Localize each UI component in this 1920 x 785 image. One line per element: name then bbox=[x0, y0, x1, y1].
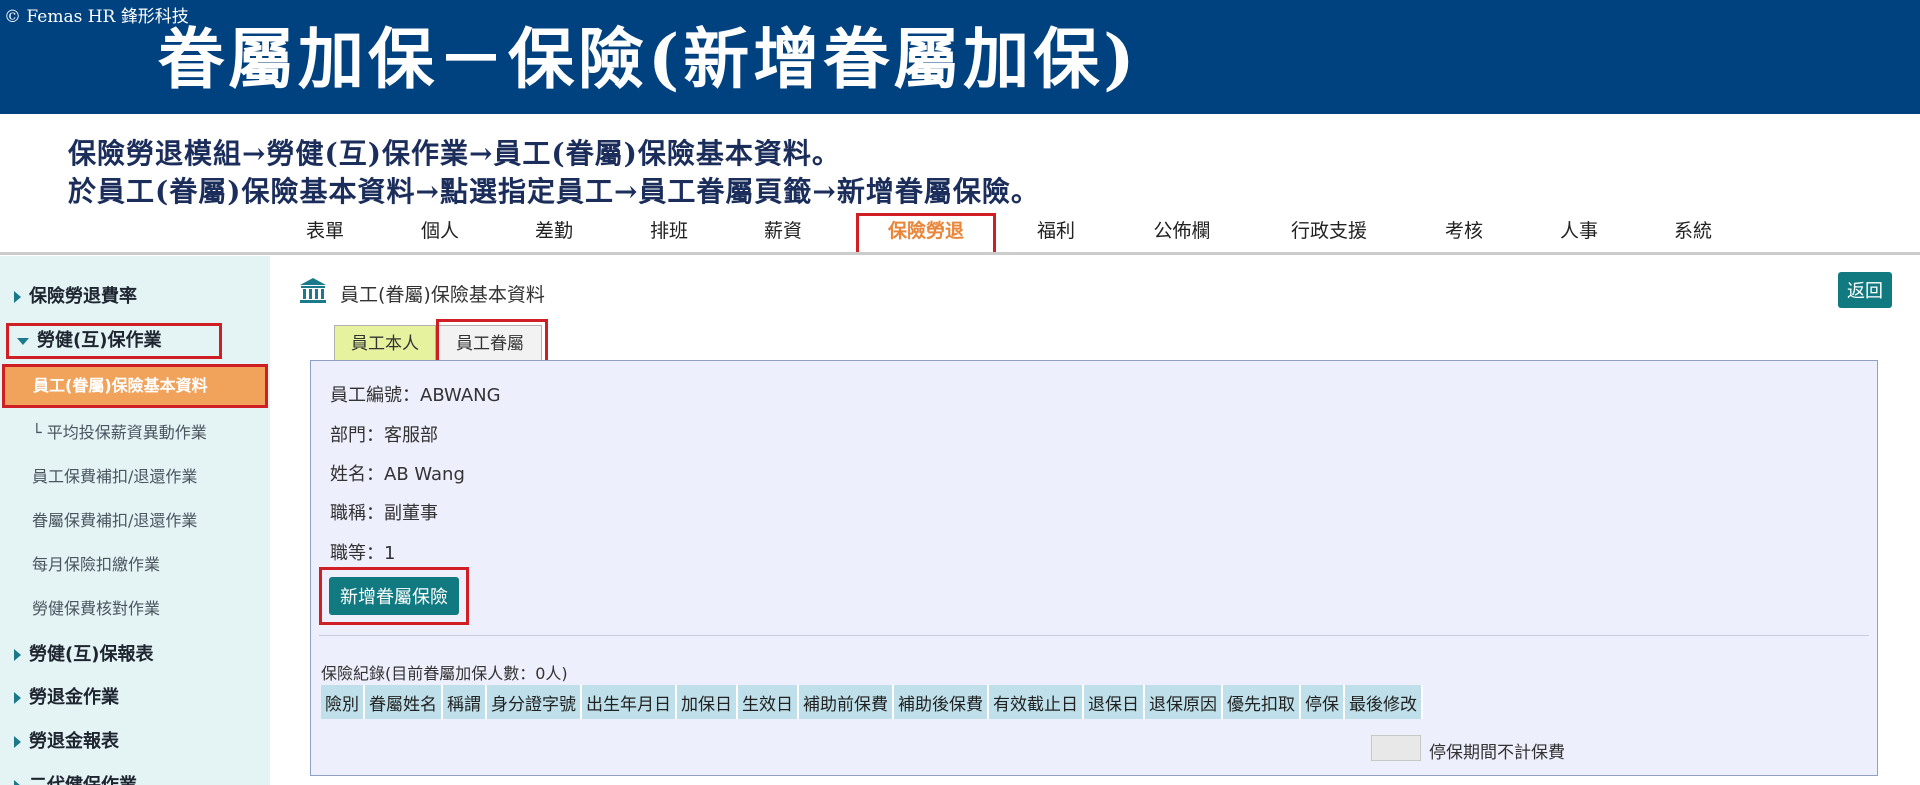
banner: © Femas HR 鋒形科技 眷屬加保－保險(新增眷屬加保) bbox=[0, 0, 1920, 114]
employee-name: 姓名：AB Wang bbox=[330, 464, 465, 485]
caret-right-icon bbox=[14, 692, 21, 704]
nav-divider bbox=[0, 252, 1920, 255]
page-title: 員工(眷屬)保險基本資料 bbox=[340, 284, 545, 306]
sidebar-item-emp-premium-adjust[interactable]: 員工保費補扣/退還作業 bbox=[0, 462, 270, 492]
nav-item-hr[interactable]: 人事 bbox=[1542, 213, 1616, 255]
caret-right-icon bbox=[14, 780, 21, 785]
nav-item-system[interactable]: 系統 bbox=[1656, 213, 1730, 255]
employee-number: 員工編號：ABWANG bbox=[330, 385, 501, 406]
nav-item-shift[interactable]: 排班 bbox=[632, 213, 706, 255]
nav-item-bulletin[interactable]: 公佈欄 bbox=[1134, 213, 1230, 255]
nav-item-attendance[interactable]: 差勤 bbox=[517, 213, 591, 255]
nav-item-personal[interactable]: 個人 bbox=[403, 213, 477, 255]
col-effective-date[interactable]: 生效日 bbox=[737, 685, 799, 719]
tab-employee-self[interactable]: 員工本人 bbox=[334, 325, 436, 361]
sidebar-group-labor-health[interactable]: 勞健(互)保作業 bbox=[6, 323, 222, 359]
caret-right-icon bbox=[14, 291, 21, 303]
top-nav: 表單 個人 差勤 排班 薪資 保險勞退 福利 公佈欄 行政支援 考核 人事 系統 bbox=[0, 213, 1920, 255]
add-dependent-insurance-button[interactable]: 新增眷屬保險 bbox=[329, 577, 459, 615]
insurance-records-table: 險別 眷屬姓名 稱謂 身分證字號 出生年月日 加保日 生效日 補助前保費 補助後… bbox=[321, 685, 1423, 719]
nav-item-admin[interactable]: 行政支援 bbox=[1278, 213, 1380, 255]
tab-employee-dependent[interactable]: 員工眷屬 bbox=[438, 325, 542, 361]
nav-item-review[interactable]: 考核 bbox=[1427, 213, 1501, 255]
records-title: 保險紀錄(目前眷屬加保人數：0人) bbox=[321, 664, 568, 683]
employee-job-title: 職稱：副董事 bbox=[330, 503, 438, 524]
col-dependent-name[interactable]: 眷屬姓名 bbox=[364, 685, 443, 719]
nav-item-welfare[interactable]: 福利 bbox=[1019, 213, 1093, 255]
caret-right-icon bbox=[14, 736, 21, 748]
col-expiry-date[interactable]: 有效截止日 bbox=[988, 685, 1084, 719]
legend-swatch bbox=[1371, 735, 1421, 761]
caret-right-icon bbox=[14, 649, 21, 661]
employee-department: 部門：客服部 bbox=[330, 425, 438, 446]
col-withdraw-date[interactable]: 退保日 bbox=[1083, 685, 1145, 719]
col-withdraw-reason[interactable]: 退保原因 bbox=[1144, 685, 1223, 719]
col-premium-after-subsidy[interactable]: 補助後保費 bbox=[893, 685, 989, 719]
sidebar: 保險勞退費率 勞健(互)保作業 員工(眷屬)保險基本資料 └ 平均投保薪資異動作… bbox=[0, 256, 270, 785]
employee-panel: 員工編號：ABWANG 部門：客服部 姓名：AB Wang 職稱：副董事 職等：… bbox=[310, 360, 1878, 776]
section-divider bbox=[319, 635, 1869, 636]
sidebar-item-monthly-deduction[interactable]: 每月保險扣繳作業 bbox=[0, 550, 270, 580]
nav-item-form[interactable]: 表單 bbox=[288, 213, 362, 255]
col-id-number[interactable]: 身分證字號 bbox=[486, 685, 582, 719]
nav-item-payroll[interactable]: 薪資 bbox=[746, 213, 820, 255]
sidebar-item-insurance-basic[interactable]: 員工(眷屬)保險基本資料 bbox=[2, 364, 268, 408]
col-birth-date[interactable]: 出生年月日 bbox=[581, 685, 677, 719]
col-priority-deduct[interactable]: 優先扣取 bbox=[1222, 685, 1301, 719]
col-relation[interactable]: 稱謂 bbox=[442, 685, 487, 719]
sidebar-group-pension-reports[interactable]: 勞退金報表 bbox=[0, 727, 270, 757]
instruction-line-1: 保險勞退模組→勞健(互)保作業→員工(眷屬)保險基本資料。 bbox=[68, 137, 841, 170]
col-last-modified[interactable]: 最後修改 bbox=[1344, 685, 1423, 719]
instruction-line-2: 於員工(眷屬)保險基本資料→點選指定員工→員工眷屬頁籤→新增眷屬保險。 bbox=[68, 175, 1040, 208]
nav-item-insurance[interactable]: 保險勞退 bbox=[856, 213, 996, 255]
legend-text: 停保期間不計保費 bbox=[1429, 743, 1565, 763]
sidebar-group-labor-health-reports[interactable]: 勞健(互)保報表 bbox=[0, 640, 270, 670]
sidebar-item-premium-check[interactable]: 勞健保費核對作業 bbox=[0, 594, 270, 624]
bank-icon bbox=[300, 278, 326, 303]
back-button[interactable]: 返回 bbox=[1838, 272, 1892, 308]
col-enroll-date[interactable]: 加保日 bbox=[676, 685, 738, 719]
col-suspended[interactable]: 停保 bbox=[1300, 685, 1345, 719]
sidebar-group-rates[interactable]: 保險勞退費率 bbox=[0, 282, 270, 312]
sidebar-item-dep-premium-adjust[interactable]: 眷屬保費補扣/退還作業 bbox=[0, 506, 270, 536]
sidebar-item-avg-salary[interactable]: └ 平均投保薪資異動作業 bbox=[0, 418, 270, 448]
table-header-row: 險別 眷屬姓名 稱謂 身分證字號 出生年月日 加保日 生效日 補助前保費 補助後… bbox=[321, 685, 1423, 719]
col-premium-before-subsidy[interactable]: 補助前保費 bbox=[798, 685, 894, 719]
caret-down-icon bbox=[17, 337, 29, 345]
sidebar-group-pension[interactable]: 勞退金作業 bbox=[0, 683, 270, 713]
sidebar-group-nhi2[interactable]: 二代健保作業 bbox=[0, 771, 270, 785]
banner-title: 眷屬加保－保險(新增眷屬加保) bbox=[158, 20, 1139, 98]
col-insurance-type[interactable]: 險別 bbox=[321, 685, 365, 719]
employee-grade: 職等：1 bbox=[330, 543, 396, 564]
